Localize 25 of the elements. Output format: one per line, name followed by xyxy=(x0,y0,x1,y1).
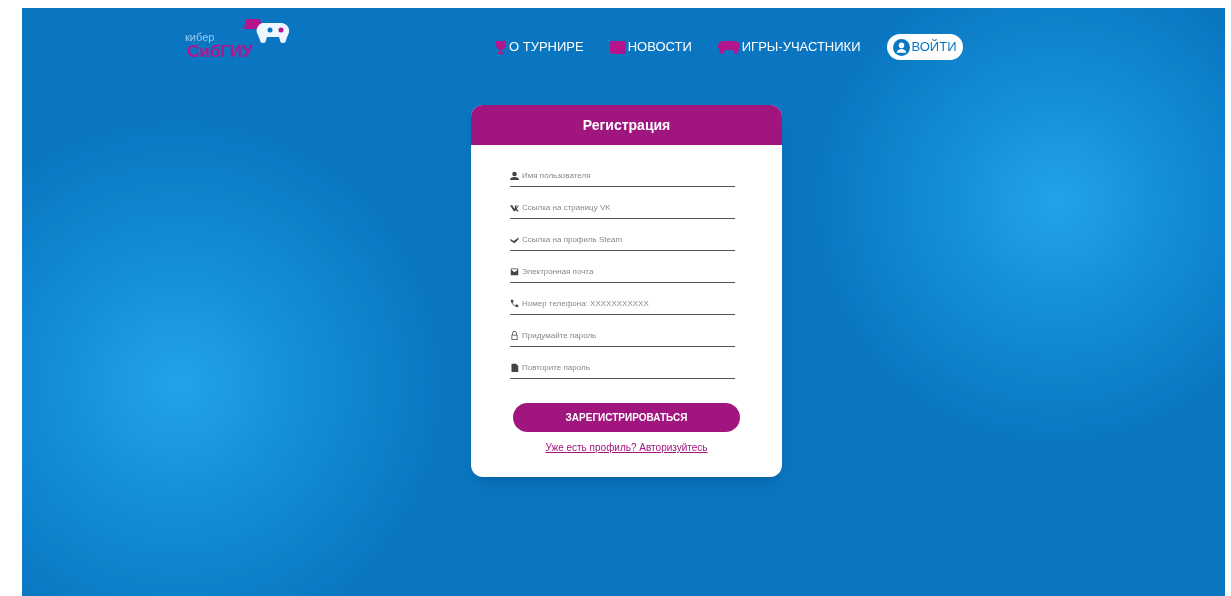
gamepad-icon xyxy=(717,40,740,54)
cup-icon xyxy=(495,40,507,54)
phone-icon xyxy=(510,299,519,308)
user-icon xyxy=(510,171,519,180)
user-icon xyxy=(892,38,910,56)
logo-text: СибГИУ xyxy=(187,43,253,60)
input-field[interactable]: Повторите пароль xyxy=(522,361,735,374)
input-field[interactable]: Имя пользователя xyxy=(522,169,735,182)
input-field[interactable]: Электронная почта xyxy=(522,265,735,278)
vk-icon xyxy=(510,203,519,212)
envelope-icon xyxy=(510,267,519,276)
input-field[interactable]: Ссылка на страницу VK xyxy=(522,201,735,214)
register-button[interactable]: ЗАРЕГИСТРИРОВАТЬСЯ xyxy=(513,403,740,432)
login-button[interactable]: ВОЙТИ xyxy=(886,34,963,60)
form-title: Регистрация xyxy=(471,105,782,145)
nav-link[interactable]: НОВОСТИ xyxy=(609,37,692,57)
lock-icon xyxy=(510,331,519,340)
document-icon xyxy=(510,363,519,372)
input-field[interactable]: Придумайте пароль xyxy=(522,329,735,342)
nav-link[interactable]: О ТУРНИРЕ xyxy=(495,37,584,57)
nav-link[interactable]: ИГРЫ-УЧАСТНИКИ xyxy=(717,37,861,57)
logo-text: кибер xyxy=(185,30,215,44)
login-link[interactable]: Уже есть профиль? Авторизуйтесь xyxy=(545,440,708,455)
input-field[interactable]: Номер телефона: XXXXXXXXXXX xyxy=(522,297,735,310)
input-field[interactable]: Ссылка на профиль Steam xyxy=(522,233,735,246)
